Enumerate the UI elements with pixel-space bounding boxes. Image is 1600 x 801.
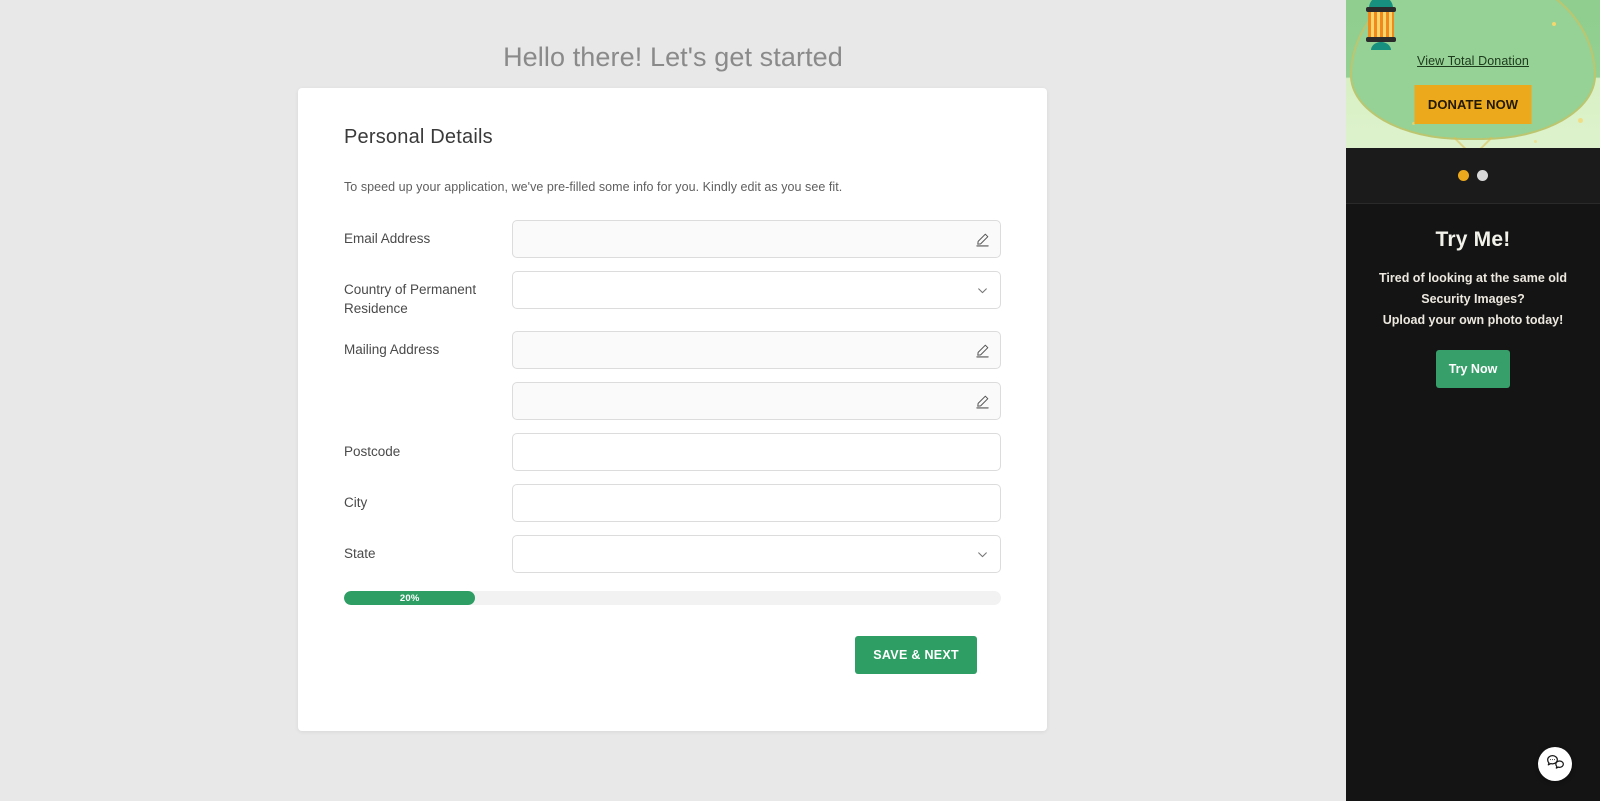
form-row-city: City [344,484,1001,522]
carousel-dots [1346,148,1600,204]
try-me-panel: Try Me! Tired of looking at the same old… [1346,204,1600,416]
chevron-down-icon[interactable] [974,546,990,562]
sparkle-decoration [1552,22,1556,26]
form-row-postcode: Postcode [344,433,1001,471]
pencil-icon[interactable] [974,231,990,247]
personal-details-card: Personal Details To speed up your applic… [298,88,1047,731]
field-wrap-state [512,535,1001,573]
label-state: State [344,546,376,561]
carousel-dot-1[interactable] [1458,170,1469,181]
carousel-dot-2[interactable] [1477,170,1488,181]
form-row-state: State [344,535,1001,573]
try-me-line-3: Upload your own photo today! [1382,313,1564,327]
label-mailing-address-2 [344,382,512,391]
personal-details-form: Email Address Country of Permanent Resid… [344,220,1001,573]
label-city: City [344,495,368,510]
pencil-icon[interactable] [974,393,990,409]
form-row-country: Country of Permanent Residence [344,271,1001,318]
try-me-title: Try Me! [1435,228,1511,251]
donate-now-button[interactable]: DONATE NOW [1414,85,1532,124]
mailing-address-line1-input[interactable] [512,331,1001,369]
progress-bar: 20% [344,591,1001,605]
mailing-address-line2-input[interactable] [512,382,1001,420]
field-wrap-mailing-address-2 [512,382,1001,420]
try-now-button[interactable]: Try Now [1436,350,1510,388]
sparkle-decoration [1534,140,1537,143]
field-wrap-country [512,271,1001,309]
field-wrap-email [512,220,1001,258]
right-sidebar: View Total Donation DONATE NOW Try Me! T… [1346,0,1600,801]
form-row-mailing-address: Mailing Address [344,331,1001,369]
form-row-mailing-address-2 [344,382,1001,420]
donation-banner[interactable]: View Total Donation DONATE NOW [1346,0,1600,148]
app-root: Hello there! Let's get started Personal … [0,0,1600,801]
label-mailing-address: Mailing Address [344,342,440,357]
form-actions: SAVE & NEXT [344,636,1001,674]
postcode-input[interactable] [512,433,1001,471]
state-select[interactable] [512,535,1001,573]
country-of-permanent-residence-select[interactable] [512,271,1001,309]
city-input[interactable] [512,484,1001,522]
page-title: Hello there! Let's get started [503,42,843,72]
progress-fill: 20% [344,591,476,605]
try-me-line-2: Security Images? [1421,292,1525,306]
progress-percent-label: 20% [399,592,420,604]
form-row-email: Email Address [344,220,1001,258]
pencil-icon[interactable] [974,342,990,358]
label-country-of-permanent-residence: Country of Permanent Residence [344,282,477,316]
try-me-description: Tired of looking at the same old Securit… [1360,268,1586,331]
try-me-line-1: Tired of looking at the same old [1379,271,1567,285]
field-wrap-mailing-address-1 [512,331,1001,369]
main-content: Hello there! Let's get started Personal … [0,0,1346,801]
section-note: To speed up your application, we've pre-… [344,180,843,194]
field-wrap-postcode [512,433,1001,471]
email-address-input[interactable] [512,220,1001,258]
save-and-next-button[interactable]: SAVE & NEXT [855,636,977,674]
lantern-icon [1360,0,1402,56]
view-total-donation-link[interactable]: View Total Donation [1346,54,1600,68]
field-wrap-city [512,484,1001,522]
chat-bubbles-icon [1545,752,1565,777]
label-postcode: Postcode [344,444,401,459]
progress-area: 20% [344,591,1001,605]
label-email-address: Email Address [344,231,431,246]
chat-widget-button[interactable] [1538,747,1572,781]
section-title: Personal Details [344,126,493,148]
sparkle-decoration [1578,118,1583,123]
chevron-down-icon[interactable] [974,282,990,298]
